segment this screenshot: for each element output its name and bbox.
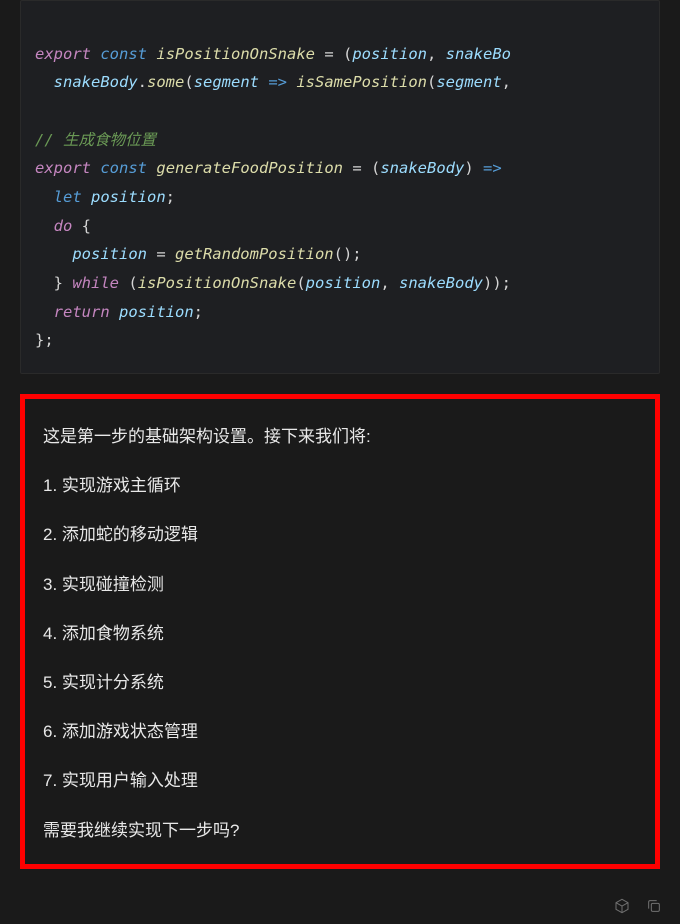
list-item: 7. 实现用户输入处理 <box>43 767 637 794</box>
code-arrow: => <box>483 159 502 177</box>
code-keyword: const <box>100 45 147 63</box>
code-call: isSamePosition <box>296 73 427 91</box>
code-punct: )); <box>483 274 511 292</box>
message-steps-list: 1. 实现游戏主循环 2. 添加蛇的移动逻辑 3. 实现碰撞检测 4. 添加食物… <box>43 472 637 794</box>
code-punct: ( <box>427 73 436 91</box>
cube-icon[interactable] <box>614 898 630 914</box>
code-punct: ; <box>166 188 175 206</box>
code-punct: ( <box>119 274 138 292</box>
code-call: some <box>147 73 184 91</box>
code-function-name: generateFoodPosition <box>156 159 343 177</box>
code-keyword: let <box>54 188 82 206</box>
code-keyword: return <box>54 303 110 321</box>
list-item: 4. 添加食物系统 <box>43 620 637 647</box>
assistant-message: 这是第一步的基础架构设置。接下来我们将: 1. 实现游戏主循环 2. 添加蛇的移… <box>20 394 660 869</box>
code-punct: ( <box>296 274 305 292</box>
list-item: 3. 实现碰撞检测 <box>43 571 637 598</box>
code-comment: // 生成食物位置 <box>35 131 156 149</box>
copy-icon[interactable] <box>646 898 662 914</box>
code-punct: = ( <box>343 159 380 177</box>
code-var: position <box>119 303 194 321</box>
code-punct: = <box>147 245 175 263</box>
code-param: segment <box>194 73 259 91</box>
code-punct: , <box>502 73 511 91</box>
list-item: 5. 实现计分系统 <box>43 669 637 696</box>
code-function-name: isPositionOnSnake <box>156 45 315 63</box>
code-punct: , <box>427 45 446 63</box>
code-punct: ( <box>184 73 193 91</box>
code-block: export const isPositionOnSnake = (positi… <box>20 0 660 374</box>
message-intro: 这是第一步的基础架构设置。接下来我们将: <box>43 423 637 450</box>
code-var: snakeBody <box>54 73 138 91</box>
code-call: getRandomPosition <box>175 245 334 263</box>
bottom-toolbar <box>614 898 662 914</box>
code-keyword: const <box>100 159 147 177</box>
code-punct: }; <box>35 331 54 349</box>
list-item: 6. 添加游戏状态管理 <box>43 718 637 745</box>
code-keyword: do <box>54 217 73 235</box>
code-punct: . <box>138 73 147 91</box>
code-var: position <box>72 245 147 263</box>
code-arrow: => <box>259 73 296 91</box>
code-punct: ) <box>464 159 483 177</box>
code-keyword: export <box>35 159 91 177</box>
code-param: snakeBody <box>380 159 464 177</box>
code-keyword: while <box>72 274 119 292</box>
code-param: position <box>352 45 427 63</box>
list-item: 2. 添加蛇的移动逻辑 <box>43 521 637 548</box>
code-keyword: export <box>35 45 91 63</box>
list-item: 1. 实现游戏主循环 <box>43 472 637 499</box>
code-var: position <box>91 188 166 206</box>
code-punct: = ( <box>315 45 352 63</box>
message-footer: 需要我继续实现下一步吗? <box>43 817 637 844</box>
code-param: position <box>306 274 381 292</box>
code-param: snakeBo <box>446 45 511 63</box>
code-param: snakeBody <box>399 274 483 292</box>
code-punct: } <box>54 274 73 292</box>
code-punct: { <box>72 217 91 235</box>
code-punct: , <box>380 274 399 292</box>
code-param: segment <box>436 73 501 91</box>
code-punct: (); <box>334 245 362 263</box>
code-punct: ; <box>194 303 203 321</box>
code-call: isPositionOnSnake <box>138 274 297 292</box>
